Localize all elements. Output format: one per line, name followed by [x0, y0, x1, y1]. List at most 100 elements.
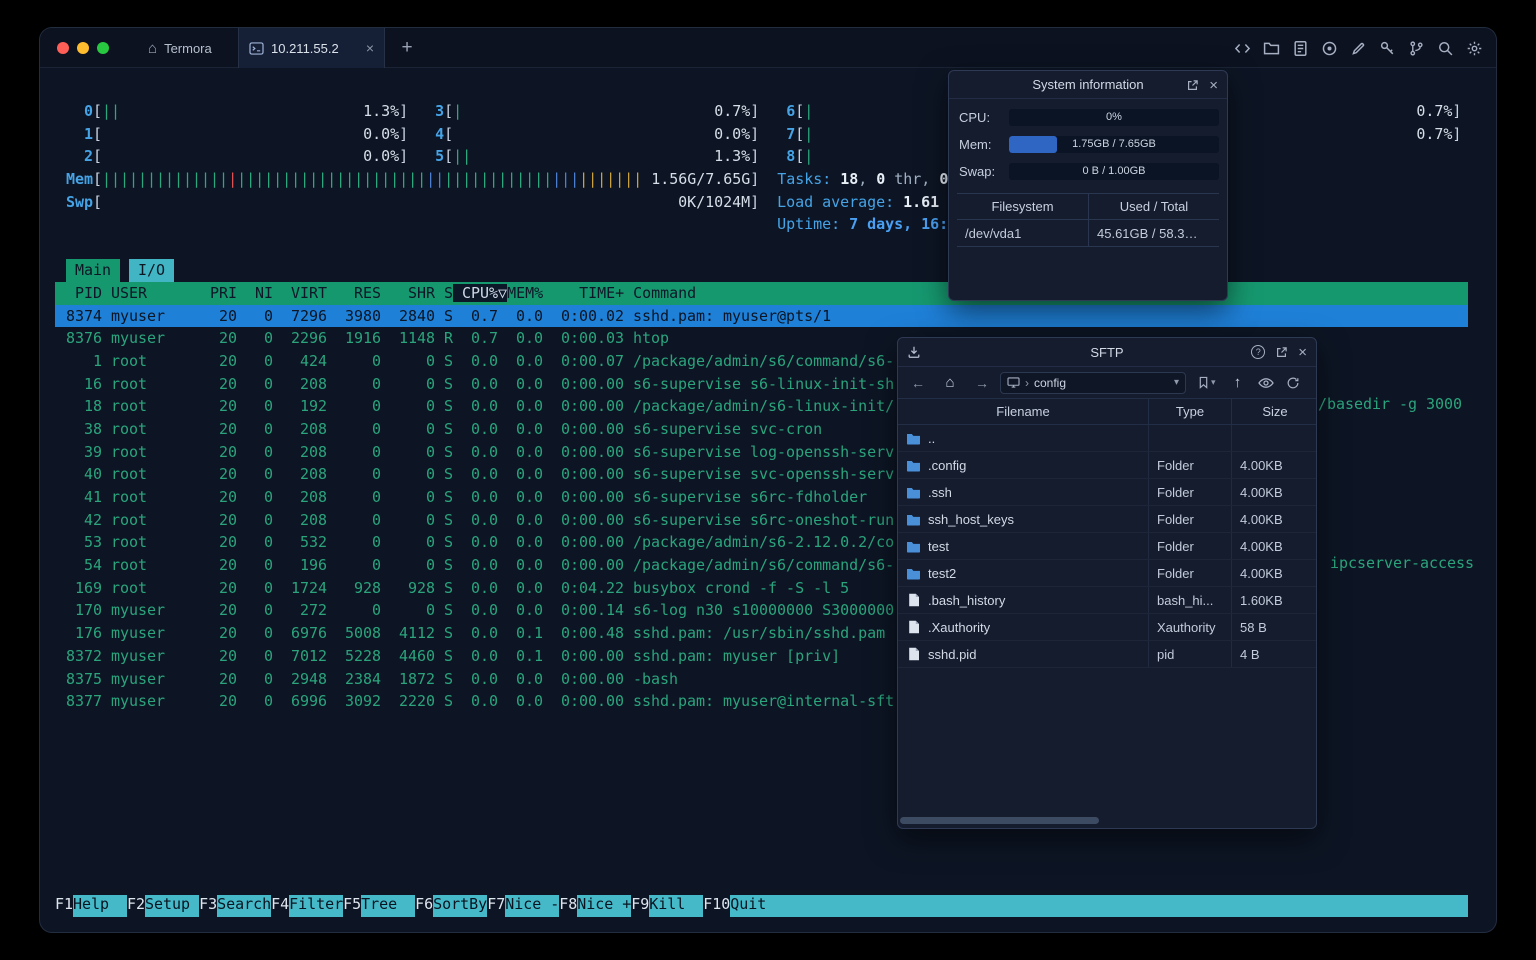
- file-size: [1231, 425, 1318, 451]
- file-name: ..: [928, 430, 936, 446]
- sysinfo-meter-label: Mem:: [959, 137, 992, 152]
- file-icon: [906, 593, 921, 607]
- fkey-f1[interactable]: F1 Help: [55, 894, 128, 918]
- htop-meter-line: Swp[ 0K/1024M] Load average: 1.61 1: [66, 192, 957, 211]
- bookmark-dropdown-icon[interactable]: ▾: [1211, 377, 1216, 388]
- htop-table-header[interactable]: PID USER PRI NI VIRT RES SHR S CPU%▽MEM%…: [55, 282, 1468, 305]
- file-icon: [906, 647, 921, 661]
- file-size: 4 B: [1231, 641, 1318, 667]
- sftp-file-row[interactable]: ..: [898, 425, 1316, 452]
- home-button[interactable]: ⌂: [940, 374, 960, 391]
- file-size: 4.00KB: [1231, 560, 1318, 586]
- file-size: 4.00KB: [1231, 533, 1318, 559]
- breadcrumb-chevron-icon: ›: [1025, 375, 1029, 390]
- show-hidden-icon[interactable]: [1257, 377, 1274, 389]
- file-size: 1.60KB: [1231, 587, 1318, 613]
- htop-meter-line: Mem[||||||||||||||||||||||||||||||||||||…: [66, 170, 966, 189]
- fkey-f7[interactable]: F7 Nice -: [487, 894, 559, 918]
- htop-tab-io[interactable]: I/O: [129, 259, 175, 282]
- htop-meter-line: 2[ 0.0%] 5[|| 1.3%] 8[| ]: [57, 147, 1110, 166]
- scrollbar-thumb[interactable]: [900, 817, 1099, 824]
- sysinfo-meters: CPU: 0% Mem: 1.75GB / 7.65GB Swap: 0 B / 1.00…: [949, 109, 1227, 180]
- fkey-f9[interactable]: F9 Kill: [631, 894, 704, 918]
- file-type: pid: [1148, 641, 1231, 667]
- sftp-file-row[interactable]: test Folder 4.00KB: [898, 533, 1316, 560]
- help-icon[interactable]: ?: [1251, 345, 1266, 359]
- sftp-file-table: Filename Type Size .. .config Folder 4.00KB…: [898, 398, 1316, 668]
- htop-meters: 0[|| 1.3%] 3[| 0.7%] 6[| ] 9[ 0.7%] 1[ 0…: [57, 100, 1461, 236]
- sftp-file-row[interactable]: test2 Folder 4.00KB: [898, 560, 1316, 587]
- folder-icon: [906, 513, 921, 526]
- open-in-new-window-icon[interactable]: [1275, 346, 1288, 359]
- file-type: Folder: [1148, 560, 1231, 586]
- sysinfo-meter-row: Swap: 0 B / 1.00GB: [959, 163, 1219, 180]
- sftp-table-header[interactable]: Filename Type Size: [898, 398, 1316, 425]
- clipped-command-fragment: ipcserver-access: [1330, 554, 1475, 572]
- type-col-header[interactable]: Type: [1148, 399, 1231, 424]
- filesystem-row[interactable]: /dev/vda1 45.61GB / 58.3…: [957, 220, 1219, 247]
- sysinfo-meter-bar: 0 B / 1.00GB: [1009, 163, 1219, 180]
- used-total-col-header: Used / Total: [1088, 194, 1219, 219]
- sftp-toolbar: ← ⌂ → › config ▾ ▾ ↑: [898, 367, 1316, 398]
- refresh-icon[interactable]: [1286, 376, 1300, 390]
- sftp-title: SFTP: [1090, 344, 1124, 360]
- system-info-panel-header[interactable]: System information ×: [949, 71, 1227, 99]
- back-button[interactable]: ←: [908, 375, 928, 391]
- file-size: 4.00KB: [1231, 479, 1318, 505]
- sftp-file-row[interactable]: sshd.pid pid 4 B: [898, 641, 1316, 668]
- fkey-f5[interactable]: F5 Tree: [343, 894, 416, 918]
- folder-icon: [906, 432, 921, 445]
- sftp-panel: SFTP ? × ← ⌂ → › config ▾ ▾ ↑ Filename T…: [897, 337, 1317, 829]
- fkey-f4[interactable]: F4 Filter: [271, 894, 343, 918]
- fkey-f6[interactable]: F6 SortBy: [415, 894, 487, 918]
- filesystem-table-header: Filesystem Used / Total: [957, 193, 1219, 220]
- filename-col-header[interactable]: Filename: [898, 399, 1148, 424]
- file-type: Folder: [1148, 452, 1231, 478]
- sysinfo-meter-label: Swap:: [959, 164, 996, 179]
- folder-icon: [906, 486, 921, 499]
- path-breadcrumb[interactable]: › config ▾: [1000, 371, 1186, 394]
- bookmark-icon[interactable]: [1198, 376, 1209, 389]
- sftp-file-row[interactable]: ssh_host_keys Folder 4.00KB: [898, 506, 1316, 533]
- file-name: .ssh: [928, 484, 952, 500]
- sftp-file-row[interactable]: .ssh Folder 4.00KB: [898, 479, 1316, 506]
- fkey-f10[interactable]: F10 Quit: [703, 894, 785, 918]
- computer-icon: [1007, 377, 1020, 388]
- htop-fkey-bar: F1 Help F2 Setup F3 Search F4 Filter F5 Tree F6…: [55, 894, 1468, 918]
- htop-header-right: MEM% TIME+ Command: [507, 284, 697, 302]
- sysinfo-meter-value: 0 B / 1.00GB: [1082, 165, 1146, 177]
- htop-tab-main[interactable]: Main: [66, 259, 121, 282]
- htop-sort-column[interactable]: CPU%▽: [453, 284, 507, 302]
- up-directory-button[interactable]: ↑: [1228, 374, 1248, 391]
- sftp-file-row[interactable]: .config Folder 4.00KB: [898, 452, 1316, 479]
- file-type: bash_hi...: [1148, 587, 1231, 613]
- file-name: .config: [928, 457, 967, 473]
- sftp-file-row[interactable]: .Xauthority Xauthority 58 B: [898, 614, 1316, 641]
- path-dropdown-icon[interactable]: ▾: [1174, 377, 1179, 388]
- close-panel-icon[interactable]: ×: [1298, 345, 1307, 360]
- htop-meter-line: 0[|| 1.3%] 3[| 0.7%] 6[| ] 9[ 0.7%]: [57, 102, 1462, 120]
- close-panel-icon[interactable]: ×: [1209, 78, 1218, 93]
- system-info-panel: System information × CPU: 0% Mem: 1.75GB / …: [948, 70, 1228, 301]
- fkey-f3[interactable]: F3 Search: [199, 894, 271, 918]
- size-col-header[interactable]: Size: [1231, 399, 1318, 424]
- file-name: .bash_history: [928, 592, 1006, 608]
- file-name: .Xauthority: [928, 619, 991, 635]
- download-icon[interactable]: [907, 345, 921, 359]
- fkey-f8[interactable]: F8 Nice +: [559, 894, 631, 918]
- forward-button[interactable]: →: [972, 375, 992, 391]
- file-icon: [906, 620, 921, 634]
- htop-process-row[interactable]: 8374 myuser 20 0 7296 3980 2840 S 0.7 0.…: [55, 304, 1468, 328]
- breadcrumb-segment[interactable]: config: [1034, 376, 1066, 390]
- app-window: ⌂ Termora 10.211.55.2 × + 0[|| 1.3%] 3[|…: [40, 28, 1496, 932]
- fkey-f2[interactable]: F2 Setup: [127, 894, 200, 918]
- system-info-title: System information: [1032, 77, 1144, 92]
- sftp-file-row[interactable]: .bash_history bash_hi... 1.60KB: [898, 587, 1316, 614]
- sysinfo-meter-row: CPU: 0%: [959, 109, 1219, 126]
- open-in-new-window-icon[interactable]: [1186, 79, 1199, 92]
- sysinfo-meter-label: CPU:: [959, 110, 991, 125]
- file-size: 4.00KB: [1231, 506, 1318, 532]
- file-name: test: [928, 538, 949, 554]
- horizontal-scrollbar[interactable]: [900, 817, 1314, 824]
- sftp-panel-header[interactable]: SFTP ? ×: [898, 338, 1316, 367]
